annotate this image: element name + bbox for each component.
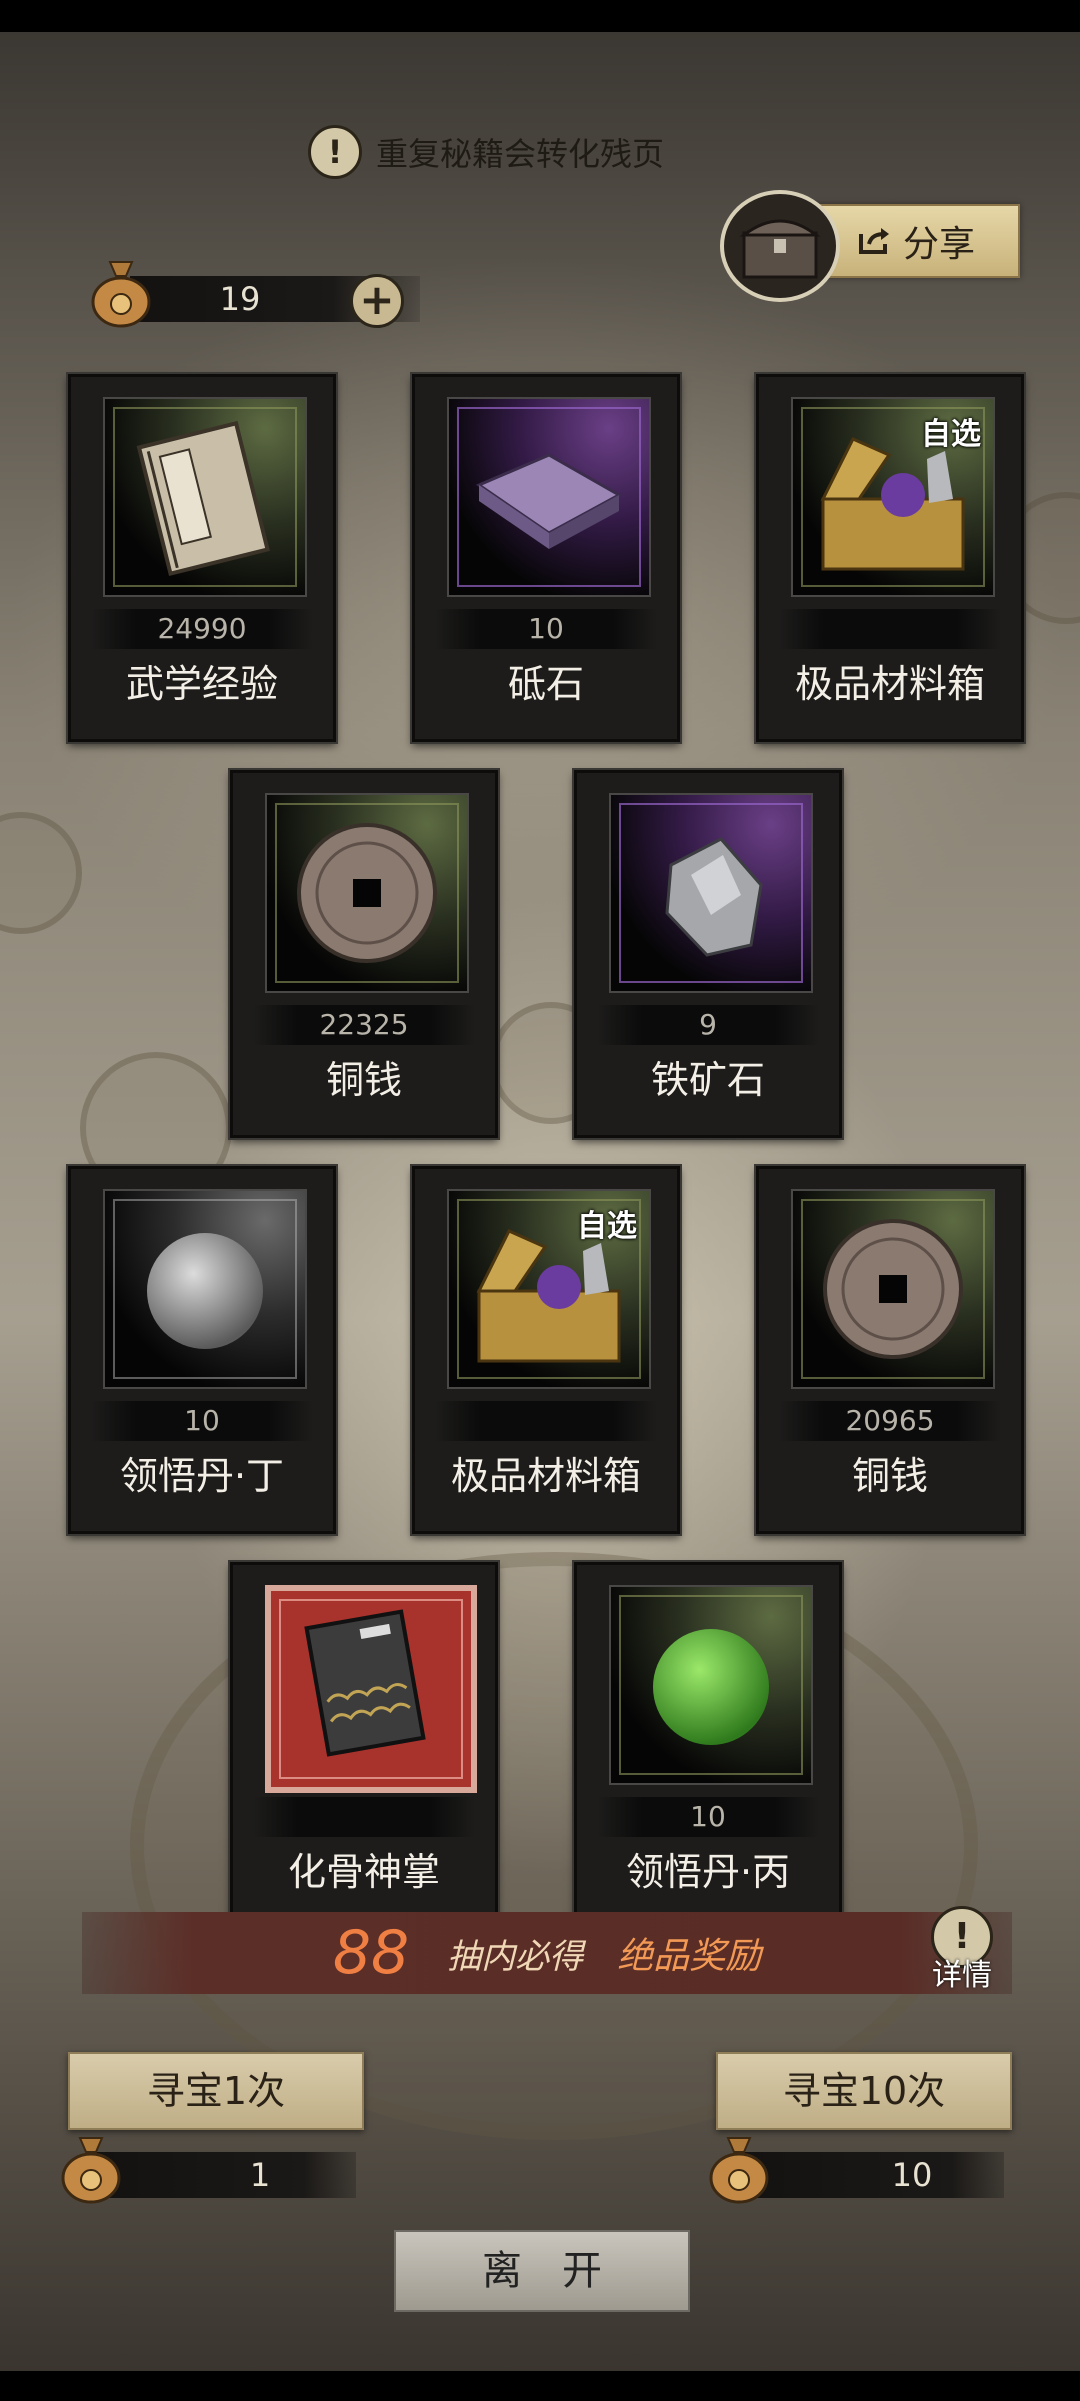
green-pill-icon xyxy=(653,1629,769,1745)
exclamation-icon: ! xyxy=(308,125,362,179)
reward-card[interactable]: 10 领悟丹·丁 xyxy=(68,1166,336,1534)
item-count: 20965 xyxy=(779,1401,1001,1441)
draw-ten-cost-value: 10 xyxy=(891,2156,933,2194)
martial-manual-icon xyxy=(136,420,270,577)
notice: ! 重复秘籍会转化残页 xyxy=(308,125,665,179)
copper-coin-icon xyxy=(823,1219,963,1359)
item-count xyxy=(253,1797,475,1837)
item-frame xyxy=(265,793,469,993)
treasure-chest-icon[interactable] xyxy=(720,190,840,302)
share-label: 分享 xyxy=(902,224,975,265)
guarantee-count: 88 xyxy=(332,1918,410,1988)
item-name: 领悟丹·丙 xyxy=(625,1850,791,1894)
item-count xyxy=(779,609,1001,649)
item-name: 领悟丹·丁 xyxy=(119,1454,285,1498)
currency-display: 19 + xyxy=(90,256,425,328)
reward-card[interactable]: 24990 武学经验 xyxy=(68,374,336,742)
copper-coin-icon xyxy=(297,823,437,963)
reward-card[interactable]: 化骨神掌 xyxy=(230,1562,498,1930)
money-bag-icon xyxy=(91,261,151,328)
guarantee-text: 抽内必得 xyxy=(447,1936,584,1977)
reward-card[interactable]: 自选 极品材料箱 xyxy=(412,1166,680,1534)
add-currency-button[interactable]: + xyxy=(350,274,404,328)
item-count: 22325 xyxy=(253,1005,475,1045)
item-frame: 自选 xyxy=(447,1189,651,1389)
iron-ore-icon xyxy=(665,837,763,957)
selectable-tag: 自选 xyxy=(921,417,981,452)
item-frame xyxy=(103,397,307,597)
item-frame xyxy=(791,1189,995,1389)
item-name: 铜钱 xyxy=(325,1058,402,1102)
share-button[interactable]: 分享 xyxy=(812,204,1020,278)
notice-text: 重复秘籍会转化残页 xyxy=(376,135,665,173)
status-bar xyxy=(0,0,1080,32)
draw-ten-button[interactable]: 寻宝10次 xyxy=(716,2052,1012,2130)
share-icon xyxy=(858,228,889,254)
secret-manual-icon xyxy=(304,1609,426,1757)
reward-card[interactable]: 20965 铜钱 xyxy=(756,1166,1024,1534)
reward-card[interactable]: 10 领悟丹·丙 xyxy=(574,1562,842,1930)
details-button[interactable]: ! 详情 xyxy=(924,1906,1000,1998)
item-name: 化骨神掌 xyxy=(287,1850,440,1894)
reward-card[interactable]: 自选 极品材料箱 xyxy=(756,374,1024,742)
item-count: 10 xyxy=(597,1797,819,1837)
reward-card[interactable]: 22325 铜钱 xyxy=(230,770,498,1138)
reward-card[interactable]: 9 铁矿石 xyxy=(574,770,842,1138)
leave-button[interactable]: 离开 xyxy=(394,2230,690,2312)
item-count: 24990 xyxy=(91,609,313,649)
draw-once-button[interactable]: 寻宝1次 xyxy=(68,2052,364,2130)
draw-once-cost: 1 xyxy=(60,2137,370,2204)
item-count: 9 xyxy=(597,1005,819,1045)
money-bag-icon xyxy=(61,2137,121,2204)
draw-once-cost-value: 1 xyxy=(249,2156,271,2194)
item-name: 极品材料箱 xyxy=(794,662,985,706)
selectable-tag: 自选 xyxy=(577,1209,637,1244)
guarantee-banner: 88 抽内必得 绝品奖励 xyxy=(82,1912,1012,1994)
item-frame xyxy=(609,1585,813,1785)
reward-card[interactable]: 10 砥石 xyxy=(412,374,680,742)
item-name: 极品材料箱 xyxy=(450,1454,641,1498)
item-name: 砥石 xyxy=(507,662,584,706)
whetstone-icon xyxy=(475,453,623,549)
item-frame xyxy=(609,793,813,993)
gray-pill-icon xyxy=(147,1233,263,1349)
navigation-bar xyxy=(0,2371,1080,2401)
item-frame xyxy=(103,1189,307,1389)
draw-ten-cost: 10 xyxy=(708,2137,1018,2204)
guarantee-reward: 绝品奖励 xyxy=(617,1936,762,1977)
money-bag-icon xyxy=(709,2137,769,2204)
item-count: 10 xyxy=(435,609,657,649)
item-name: 铁矿石 xyxy=(650,1058,765,1102)
item-name: 武学经验 xyxy=(125,662,278,706)
details-label: 详情 xyxy=(932,1958,992,1993)
item-name: 铜钱 xyxy=(851,1454,928,1498)
item-count xyxy=(435,1401,657,1441)
item-frame xyxy=(447,397,651,597)
currency-amount: 19 xyxy=(219,280,261,318)
item-frame: 自选 xyxy=(791,397,995,597)
item-frame xyxy=(265,1585,477,1793)
item-count: 10 xyxy=(91,1401,313,1441)
